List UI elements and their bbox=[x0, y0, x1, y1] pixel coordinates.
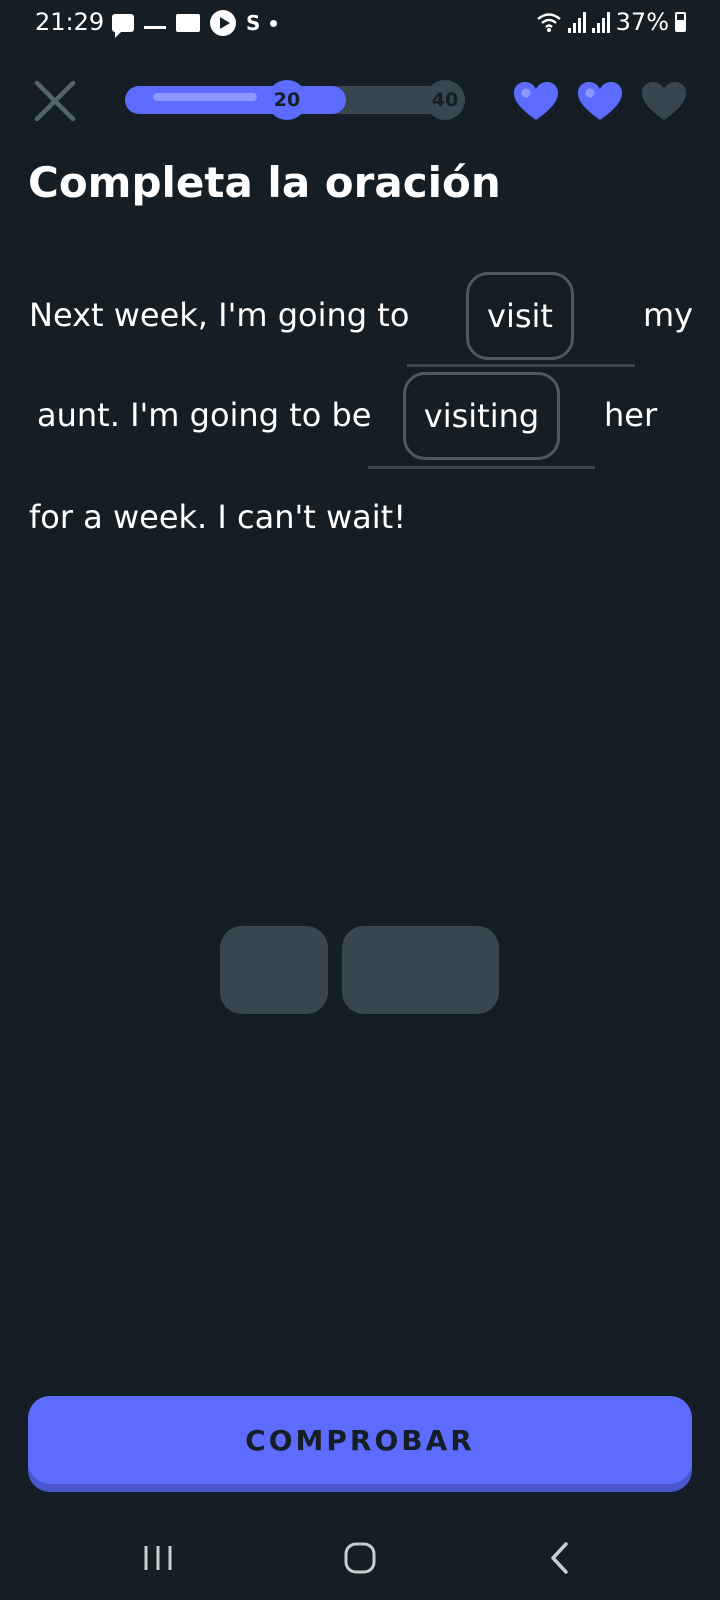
heart-icon bbox=[514, 82, 558, 120]
sentence-text-2: my bbox=[643, 296, 694, 334]
blank-underline-1 bbox=[407, 364, 635, 367]
folder-icon bbox=[176, 14, 200, 32]
sentence-text-1: Next week, I'm going to bbox=[29, 296, 410, 334]
battery-percent: 37% bbox=[615, 8, 669, 36]
back-icon bbox=[551, 1541, 568, 1574]
status-bar: 21:29 S 37% bbox=[0, 0, 720, 48]
milestone-next: 40 bbox=[425, 80, 465, 120]
app-notification-icon bbox=[144, 25, 166, 29]
message-icon bbox=[112, 14, 134, 38]
word-bank-slot-2 bbox=[342, 926, 499, 1014]
home-button[interactable] bbox=[320, 1515, 400, 1600]
word-bank-slot-1 bbox=[220, 926, 328, 1014]
milestone-current: 20 bbox=[267, 80, 307, 120]
signal-icon bbox=[567, 11, 586, 33]
lesson-progress-bar: 20 40 bbox=[125, 80, 465, 120]
progress-highlight bbox=[153, 93, 257, 101]
sentence-text-5: for a week. I can't wait! bbox=[29, 498, 407, 536]
filled-blank-visiting[interactable]: visiting bbox=[403, 372, 560, 460]
recents-icon bbox=[144, 1545, 172, 1570]
navigation-bar bbox=[0, 1515, 720, 1600]
heart-icon bbox=[642, 82, 686, 120]
heart-icon bbox=[578, 82, 622, 120]
recents-button[interactable] bbox=[118, 1515, 198, 1600]
blank-underline-2 bbox=[368, 466, 595, 469]
back-button[interactable] bbox=[520, 1515, 600, 1600]
play-icon bbox=[210, 10, 236, 36]
close-icon bbox=[34, 80, 76, 122]
hearts bbox=[512, 80, 688, 122]
signal-icon-2 bbox=[591, 11, 610, 33]
notification-icons: S bbox=[112, 10, 278, 38]
battery-icon bbox=[675, 12, 686, 32]
close-button[interactable] bbox=[32, 78, 78, 124]
system-icons: 37% bbox=[536, 8, 686, 36]
page-title: Completa la oración bbox=[28, 158, 501, 207]
status-time: 21:29 bbox=[35, 8, 105, 36]
home-icon bbox=[344, 1542, 376, 1573]
s-app-icon: S bbox=[246, 11, 261, 35]
sentence-text-3: aunt. I'm going to be bbox=[37, 396, 372, 434]
more-notifications-icon bbox=[270, 19, 278, 27]
check-button[interactable]: COMPROBAR bbox=[28, 1396, 692, 1484]
filled-blank-visit[interactable]: visit bbox=[466, 272, 574, 360]
wifi-icon bbox=[536, 13, 561, 32]
sentence-text-4: her bbox=[604, 396, 658, 434]
